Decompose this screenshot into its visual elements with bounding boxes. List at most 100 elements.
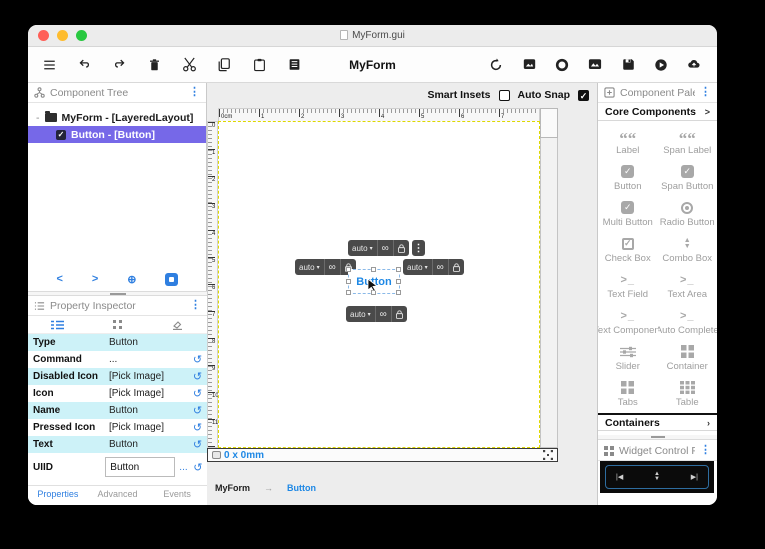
infinity-button[interactable]: ∞ (431, 259, 448, 275)
palette-item-check-box[interactable]: ✓ Check Box (598, 231, 658, 267)
breadcrumb-item-button[interactable]: Button (287, 483, 316, 493)
record-icon[interactable] (553, 56, 571, 74)
screenshot-icon[interactable] (586, 56, 604, 74)
tab-advanced[interactable]: Advanced (88, 489, 148, 499)
image-icon[interactable] (520, 56, 538, 74)
auto-snap-checkbox[interactable]: ✓ (578, 89, 589, 101)
property-row-name[interactable]: Name Button ↺ (28, 402, 207, 419)
tree-item-button[interactable]: ✓ Button - [Button] (28, 126, 206, 143)
property-value[interactable]: Button (109, 337, 204, 348)
widget-control-menu-icon[interactable]: ⋮ (700, 445, 711, 456)
infinity-button[interactable]: ∞ (374, 306, 391, 322)
design-canvas[interactable]: auto ▾ ∞ ⋮ auto ▾ ∞ auto ▾ ∞ auto ▾ ∞ Bu… (218, 121, 540, 448)
reset-property-icon[interactable]: ↺ (191, 404, 204, 417)
play-icon[interactable] (652, 56, 670, 74)
component-palette-menu-icon[interactable]: ⋮ (700, 87, 711, 98)
palette-item-label[interactable]: ““ Label (598, 123, 658, 159)
cloud-upload-icon[interactable] (685, 56, 703, 74)
tree-item-myform[interactable]: - MyForm - [LayeredLayout] (28, 109, 206, 126)
constraint-mode-dropdown[interactable]: auto ▾ (295, 259, 324, 275)
redo-icon[interactable] (110, 56, 128, 74)
property-row-command[interactable]: Command... ↺ (28, 351, 207, 368)
skip-back-button[interactable]: |◀ (616, 473, 623, 481)
infinity-button[interactable]: ∞ (376, 240, 393, 256)
list-icon[interactable] (285, 56, 303, 74)
lock-button[interactable] (390, 306, 407, 322)
chevron-down-icon[interactable]: ˃ (92, 273, 98, 285)
palette-item-slider[interactable]: Slider (598, 339, 658, 375)
paste-icon[interactable] (250, 56, 268, 74)
palette-item-text-area[interactable]: >_ Text Area (658, 267, 718, 303)
palette-item-table[interactable]: Table (658, 375, 718, 411)
breadcrumb-item-myform[interactable]: MyForm (215, 483, 250, 493)
palette-item-auto-complete[interactable]: >_ Auto Complete (658, 303, 718, 339)
property-value[interactable]: Button (109, 405, 191, 416)
tab-properties[interactable]: Properties (28, 489, 88, 499)
trash-icon[interactable] (145, 56, 163, 74)
selection-handle[interactable] (371, 267, 376, 272)
property-value[interactable]: [Pick Image] (109, 422, 191, 433)
copy-icon[interactable] (215, 56, 233, 74)
constraint-menu-icon[interactable]: ⋮ (412, 240, 425, 256)
collapse-icon[interactable]: - (36, 112, 40, 124)
vertical-scrollbar[interactable] (540, 138, 558, 448)
tab-properties-list[interactable] (28, 316, 88, 333)
fullscreen-icon[interactable] (543, 450, 553, 460)
lock-button[interactable] (392, 240, 409, 256)
core-components-section[interactable]: Core Components ˃︎ (598, 103, 717, 121)
tab-events[interactable]: Events (147, 489, 207, 499)
palette-item-text-field[interactable]: >_ Text Field (598, 267, 658, 303)
reset-property-icon[interactable]: ↺ (192, 461, 204, 474)
skip-forward-button[interactable]: ▶| (691, 473, 698, 481)
palette-item-tabs[interactable]: Tabs (598, 375, 658, 411)
property-value[interactable]: ... (109, 354, 191, 365)
smart-insets-checkbox[interactable] (498, 89, 510, 101)
property-row-uiid[interactable]: UIID... ↺ (28, 453, 207, 481)
palette-item-button[interactable]: ✓ Button (598, 159, 658, 195)
selection-handle[interactable] (396, 278, 401, 284)
tab-properties-style[interactable] (147, 316, 207, 333)
menu-icon[interactable] (40, 56, 58, 74)
selection-handle[interactable] (396, 290, 401, 295)
chevron-up-icon[interactable]: ˂ (56, 273, 62, 285)
constraint-mode-dropdown[interactable]: auto ▾ (346, 306, 375, 322)
property-row-type[interactable]: Type Button (28, 334, 207, 351)
target-square-icon[interactable] (165, 272, 179, 286)
property-inspector-menu-icon[interactable]: ⋮ (190, 300, 201, 311)
selection-handle[interactable] (346, 267, 351, 272)
property-row-pressed-icon[interactable]: Pressed Icon [Pick Image] ↺ (28, 419, 207, 436)
palette-item-combo-box[interactable]: ▲ ▼ Combo Box (658, 231, 718, 267)
selection-handle[interactable] (396, 267, 401, 272)
property-value[interactable]: Button (109, 439, 191, 450)
cut-icon[interactable] (180, 56, 198, 74)
containers-section[interactable]: Containers › (598, 413, 717, 431)
tab-properties-grid[interactable] (88, 316, 148, 333)
palette-item-radio-button[interactable]: Radio Button (658, 195, 718, 231)
reset-property-icon[interactable]: ↺ (191, 421, 204, 434)
constraint-mode-dropdown[interactable]: auto ▾ (348, 240, 377, 256)
property-value[interactable]: [Pick Image] (109, 371, 191, 382)
selection-handle[interactable] (346, 278, 351, 284)
add-circle-icon[interactable]: ⊕ (127, 273, 136, 286)
palette-item-span-label[interactable]: ““ Span Label (658, 123, 718, 159)
palette-item-span-button[interactable]: ✓ Span Button (658, 159, 718, 195)
up-down-buttons[interactable]: ▲ ▼ (654, 471, 660, 482)
lock-button[interactable] (447, 259, 464, 275)
property-row-icon[interactable]: Icon [Pick Image] ↺ (28, 385, 207, 402)
palette-item-multi-button[interactable]: ✓ Multi Button (598, 195, 658, 231)
palette-item-container[interactable]: Container (658, 339, 718, 375)
constraint-mode-dropdown[interactable]: auto ▾ (403, 259, 432, 275)
palette-item-text-component[interactable]: >_ Text Component (598, 303, 658, 339)
undo-icon[interactable] (75, 56, 93, 74)
reset-property-icon[interactable]: ↺ (191, 353, 204, 366)
selection-handle[interactable] (346, 290, 351, 295)
reset-property-icon[interactable]: ↺ (191, 438, 204, 451)
panel-splitter[interactable] (598, 435, 717, 440)
refresh-icon[interactable] (487, 56, 505, 74)
uiid-input[interactable] (105, 457, 176, 477)
component-tree-menu-icon[interactable]: ⋮ (189, 87, 200, 98)
property-row-text[interactable]: Text Button ↺ (28, 436, 207, 453)
uiid-more-button[interactable]: ... (179, 462, 187, 473)
property-value[interactable]: [Pick Image] (109, 388, 191, 399)
save-icon[interactable] (619, 56, 637, 74)
